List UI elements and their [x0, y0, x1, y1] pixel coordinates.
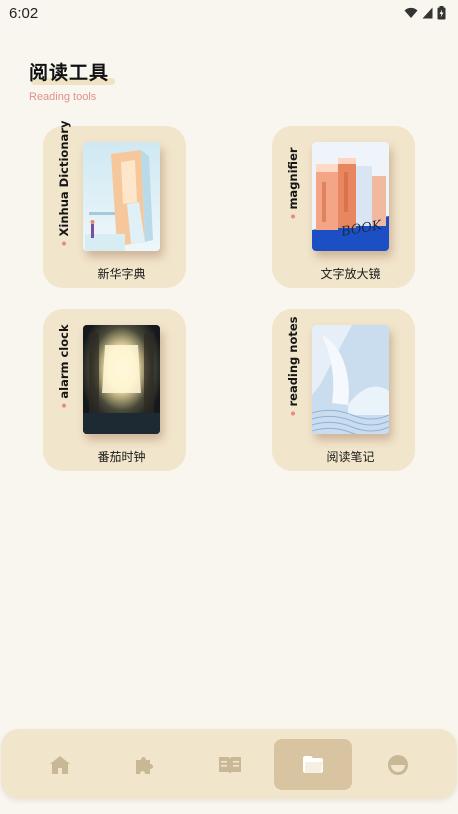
wifi-icon: [404, 7, 418, 18]
accent-dot: [62, 403, 66, 408]
home-icon: [50, 755, 70, 774]
status-bar: 6:02: [0, 0, 458, 26]
tool-card-alarm-clock[interactable]: alarm clock 番茄时钟: [43, 309, 186, 471]
card-title: 番茄时钟: [97, 450, 146, 464]
status-icons: [404, 6, 446, 20]
book-open-icon: [219, 756, 241, 774]
nav-tools[interactable]: [274, 739, 352, 790]
nav-bookshelf[interactable]: [191, 739, 269, 790]
card-vertical-label: Xinhua Dictionary: [56, 121, 72, 250]
puzzle-icon: [136, 756, 153, 774]
dictionary-cover-image: [83, 142, 160, 251]
magnifier-cover-image: BOOK: [312, 142, 389, 251]
accent-dot: [62, 241, 66, 246]
page-subtitle: Reading tools: [29, 91, 97, 103]
card-vertical-label-text: magnifier: [286, 147, 300, 210]
bottom-nav: [1, 729, 457, 799]
accent-dot: [291, 214, 295, 219]
card-title: 阅读笔记: [326, 450, 375, 464]
tool-card-magnifier[interactable]: magnifier BOOK 文字放大镜: [272, 126, 415, 288]
page-title-text: 阅读工具: [29, 62, 110, 84]
card-vertical-label: alarm clock: [56, 315, 72, 433]
card-vertical-label: reading notes: [285, 315, 301, 433]
page-title: 阅读工具: [29, 58, 116, 85]
signal-icon: [422, 7, 433, 19]
card-vertical-label-text: alarm clock: [57, 324, 71, 399]
card-title: 新华字典: [97, 267, 146, 281]
nav-puzzle[interactable]: [105, 739, 183, 790]
card-vertical-label: magnifier: [285, 132, 301, 250]
nav-profile[interactable]: [359, 739, 437, 790]
tool-card-dictionary[interactable]: Xinhua Dictionary 新华字典: [43, 121, 186, 288]
alarm-clock-cover-image: [83, 325, 160, 434]
nav-home[interactable]: [21, 739, 99, 790]
card-title: 文字放大镜: [320, 267, 381, 281]
card-vertical-label-text: Xinhua Dictionary: [57, 120, 71, 237]
reading-notes-cover-image: [312, 325, 389, 434]
face-icon: [388, 754, 408, 775]
tool-card-reading-notes[interactable]: reading notes 阅读笔记: [272, 309, 415, 471]
status-time: 6:02: [9, 4, 39, 22]
battery-icon: [437, 6, 446, 20]
page-header: 阅读工具 Reading tools: [29, 58, 116, 103]
accent-dot: [291, 411, 295, 416]
folder-icon: [303, 755, 323, 773]
card-vertical-label-text: reading notes: [286, 316, 300, 407]
